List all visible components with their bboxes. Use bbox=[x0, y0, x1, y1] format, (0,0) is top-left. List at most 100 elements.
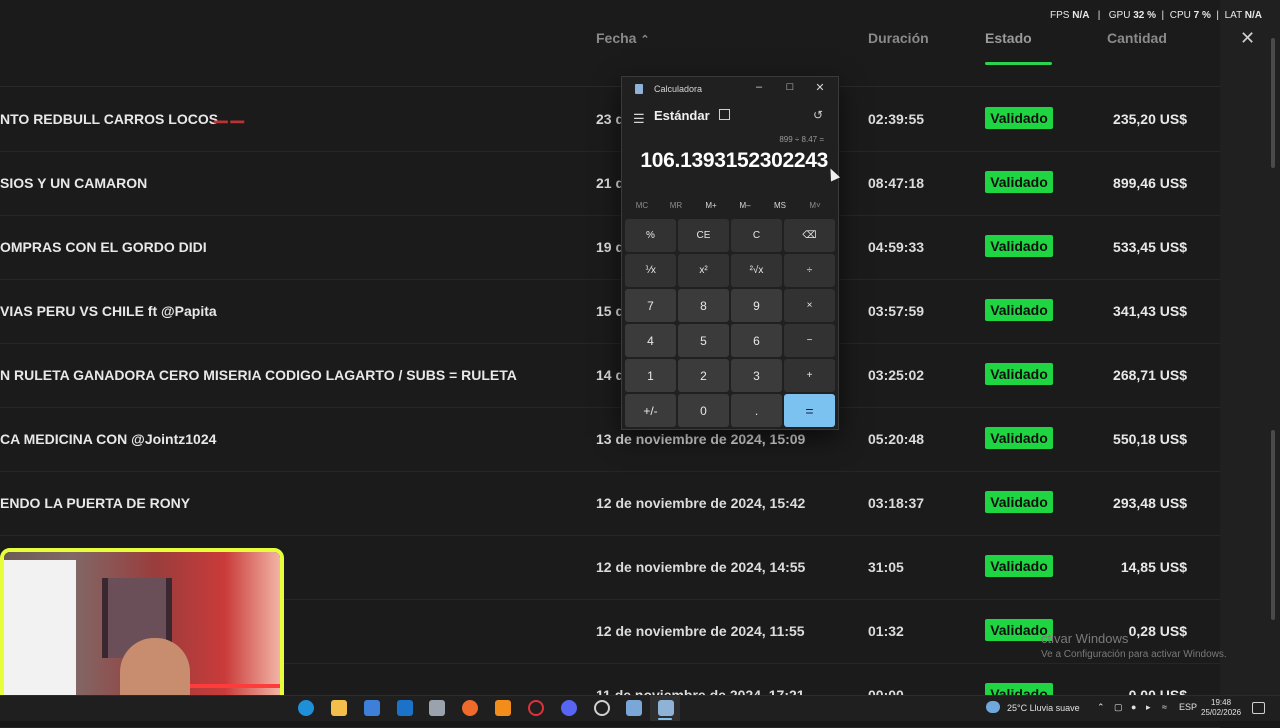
multiply-button[interactable]: × bbox=[784, 289, 835, 322]
clock-date: 25/02/2026 bbox=[1201, 708, 1242, 717]
table-row[interactable]: SIOS Y UN CAMARON 21 d 08:47:18 Validado… bbox=[0, 151, 1220, 216]
opera-icon[interactable] bbox=[528, 700, 544, 716]
negate-button[interactable]: +/- bbox=[625, 394, 676, 427]
calculator-titlebar[interactable]: Calculadora – □ ✕ bbox=[622, 77, 838, 101]
chevron-up-icon[interactable]: ⌃ bbox=[1097, 702, 1105, 713]
firefox-icon[interactable] bbox=[462, 700, 478, 716]
backspace-button[interactable]: ⌫ bbox=[784, 219, 835, 252]
wifi-icon[interactable]: ≈ bbox=[1162, 702, 1167, 712]
digit-2-button[interactable]: 2 bbox=[678, 359, 729, 392]
history-icon[interactable]: ↺ bbox=[813, 108, 823, 122]
calculator-app-icon bbox=[635, 84, 643, 94]
gpu-value: 32 % bbox=[1133, 10, 1156, 21]
percent-button[interactable]: % bbox=[625, 219, 676, 252]
digit-4-button[interactable]: 4 bbox=[625, 324, 676, 357]
weather-rain-icon[interactable] bbox=[986, 701, 1000, 713]
stream-duration: 03:25:02 bbox=[868, 367, 925, 383]
stream-date: 13 de noviembre de 2024, 15:09 bbox=[596, 431, 806, 447]
weather-text[interactable]: 25°C Lluvia suave bbox=[1007, 703, 1080, 713]
calculator-expression: 899 ÷ 8.47 = bbox=[779, 135, 824, 144]
system-tray-icon[interactable]: ▢ bbox=[1114, 702, 1123, 713]
table-row[interactable]: CA MEDICINA CON @Jointz1024 13 de noviem… bbox=[0, 407, 1220, 472]
fps-value: N/A bbox=[1072, 10, 1090, 21]
taskbar-clock[interactable]: 19:48 25/02/2026 bbox=[1201, 698, 1241, 718]
stream-date: 15 d bbox=[596, 303, 625, 319]
stream-amount: 533,45 US$ bbox=[1113, 239, 1187, 255]
close-icon[interactable]: ✕ bbox=[1240, 28, 1255, 49]
fps-label: FPS bbox=[1050, 10, 1070, 21]
scrollbar-thumb[interactable] bbox=[1271, 430, 1275, 620]
add-button[interactable]: + bbox=[784, 359, 835, 392]
hamburger-menu-icon[interactable]: ☰ bbox=[633, 111, 645, 127]
maximize-icon[interactable]: □ bbox=[780, 81, 800, 93]
stream-amount: 0,28 US$ bbox=[1128, 623, 1187, 639]
minimize-icon[interactable]: – bbox=[749, 81, 769, 93]
clear-button[interactable]: C bbox=[731, 219, 782, 252]
app-icon[interactable] bbox=[429, 700, 445, 716]
stream-date: 21 d bbox=[596, 175, 625, 191]
clear-entry-button[interactable]: CE bbox=[678, 219, 729, 252]
square-root-button[interactable]: ²√x bbox=[731, 254, 782, 287]
digit-3-button[interactable]: 3 bbox=[731, 359, 782, 392]
memory-store-button[interactable]: MS bbox=[765, 201, 795, 210]
decimal-button[interactable]: . bbox=[731, 394, 782, 427]
stream-amount: 550,18 US$ bbox=[1113, 431, 1187, 447]
column-header-estado[interactable]: Estado bbox=[985, 30, 1032, 46]
stream-duration: 31:05 bbox=[868, 559, 904, 575]
digit-9-button[interactable]: 9 bbox=[731, 289, 782, 322]
speaker-icon[interactable]: ▸ bbox=[1146, 702, 1151, 713]
vlc-icon[interactable] bbox=[495, 700, 511, 716]
digit-0-button[interactable]: 0 bbox=[678, 394, 729, 427]
memory-subtract-button[interactable]: M– bbox=[730, 201, 760, 210]
table-row[interactable]: ENDO LA PUERTA DE RONY 12 de noviembre d… bbox=[0, 471, 1220, 536]
notification-icon[interactable] bbox=[1252, 702, 1265, 714]
column-header-duracion[interactable]: Duración bbox=[868, 30, 929, 46]
language-indicator[interactable]: ESP bbox=[1179, 702, 1197, 712]
chat-app-icon[interactable] bbox=[561, 700, 577, 716]
digit-1-button[interactable]: 1 bbox=[625, 359, 676, 392]
media-app-icon[interactable] bbox=[594, 700, 610, 716]
stream-duration: 01:32 bbox=[868, 623, 904, 639]
table-row[interactable]: N RULETA GANADORA CERO MISERIA CODIGO LA… bbox=[0, 343, 1220, 408]
scrollbar-thumb-top[interactable] bbox=[1271, 38, 1275, 168]
memory-recall-button[interactable]: MR bbox=[661, 201, 691, 210]
table-row[interactable]: NTO REDBULL CARROS LOCOS ▂▂ ▂▂ 23 d 02:3… bbox=[0, 87, 1220, 152]
microphone-icon[interactable]: ● bbox=[1131, 702, 1136, 712]
stream-duration: 03:18:37 bbox=[868, 495, 925, 511]
close-icon[interactable]: ✕ bbox=[810, 81, 830, 94]
performance-overlay: FPS N/A | GPU 32 % | CPU 7 % | LAT N/A bbox=[1050, 10, 1263, 21]
table-row[interactable]: OMPRAS CON EL GORDO DIDI 19 d 04:59:33 V… bbox=[0, 215, 1220, 280]
digit-6-button[interactable]: 6 bbox=[731, 324, 782, 357]
reciprocal-button[interactable]: ⅟x bbox=[625, 254, 676, 287]
stream-amount: 235,20 US$ bbox=[1113, 111, 1187, 127]
lat-value: N/A bbox=[1244, 10, 1263, 21]
square-button[interactable]: x² bbox=[678, 254, 729, 287]
status-badge: Validado bbox=[985, 363, 1053, 385]
outlook-icon[interactable] bbox=[397, 700, 413, 716]
subtract-button[interactable]: − bbox=[784, 324, 835, 357]
edge-browser-icon[interactable] bbox=[298, 700, 314, 716]
active-column-indicator bbox=[985, 62, 1052, 65]
divide-button[interactable]: ÷ bbox=[784, 254, 835, 287]
table-row[interactable]: VIAS PERU VS CHILE ft @Papita 15 d 03:57… bbox=[0, 279, 1220, 344]
status-badge: Validado bbox=[985, 235, 1053, 257]
column-header-cantidad[interactable]: Cantidad bbox=[1107, 30, 1167, 46]
digit-5-button[interactable]: 5 bbox=[678, 324, 729, 357]
app-icon[interactable] bbox=[626, 700, 642, 716]
stream-duration: 05:20:48 bbox=[868, 431, 925, 447]
keep-on-top-icon[interactable] bbox=[719, 109, 730, 120]
column-header-fecha[interactable]: Fecha ⌃ bbox=[596, 30, 650, 46]
file-explorer-icon[interactable] bbox=[331, 700, 347, 716]
store-icon[interactable] bbox=[364, 700, 380, 716]
equals-button[interactable]: = bbox=[784, 394, 835, 427]
memory-clear-button[interactable]: MC bbox=[627, 201, 657, 210]
digit-8-button[interactable]: 8 bbox=[678, 289, 729, 322]
memory-add-button[interactable]: M+ bbox=[696, 201, 726, 210]
webcam-overlay bbox=[0, 548, 284, 718]
calculator-icon[interactable] bbox=[658, 700, 674, 716]
stream-duration: 04:59:33 bbox=[868, 239, 925, 255]
calculator-window[interactable]: Calculadora – □ ✕ ☰ Estándar ↺ 899 ÷ 8.4… bbox=[621, 76, 839, 430]
header-fecha-label: Fecha bbox=[596, 30, 637, 46]
memory-list-button[interactable]: M˅ bbox=[800, 201, 830, 210]
digit-7-button[interactable]: 7 bbox=[625, 289, 676, 322]
